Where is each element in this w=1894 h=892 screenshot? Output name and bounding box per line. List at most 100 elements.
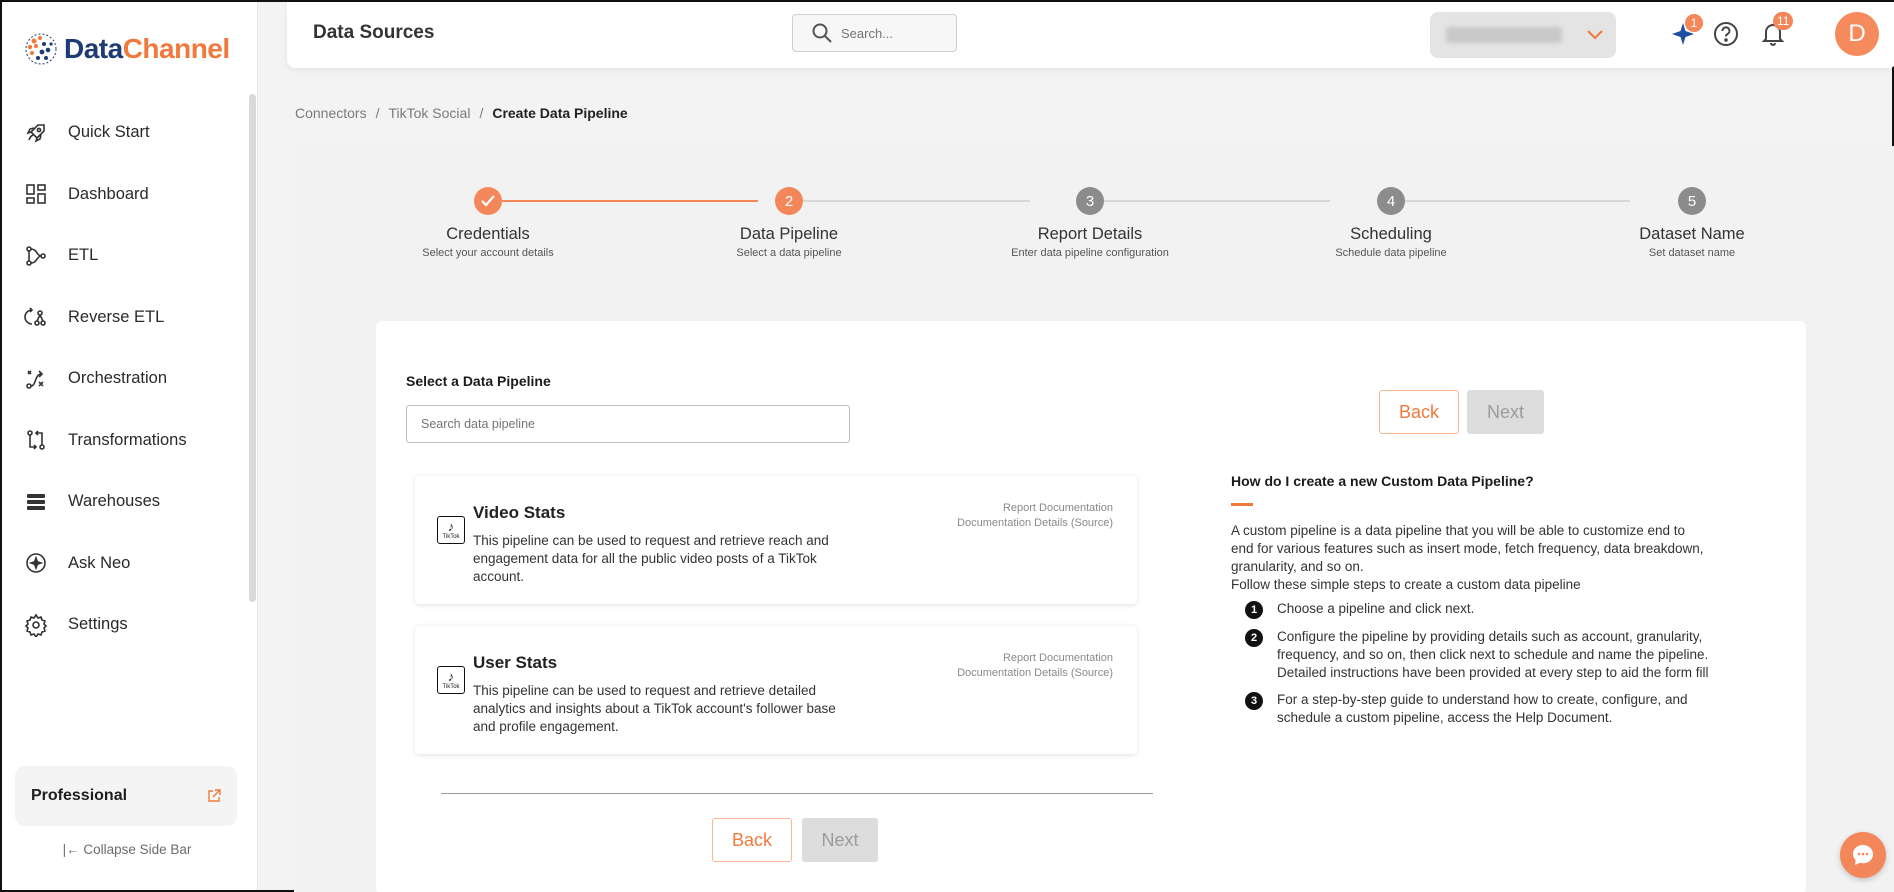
sidebar-item-label: Warehouses <box>68 492 161 511</box>
divider <box>441 793 1153 794</box>
sidebar-scrollbar[interactable] <box>249 94 256 602</box>
step-title: Data Pipeline <box>739 225 839 243</box>
step-number: 3 <box>1076 187 1104 215</box>
avatar[interactable]: D <box>1835 12 1879 56</box>
plan-card[interactable]: Professional <box>15 766 237 826</box>
sidebar-item-dashboard[interactable]: Dashboard <box>2 164 248 226</box>
sidebar-item-warehouses[interactable]: Warehouses <box>2 471 248 533</box>
pipeline-description: This pipeline can be used to request and… <box>473 683 836 734</box>
sidebar-item-etl[interactable]: ETL <box>2 225 248 287</box>
help-step: 3 For a step-by-step guide to understand… <box>1231 691 1711 727</box>
warehouses-icon <box>27 493 45 510</box>
transformations-icon <box>27 430 45 451</box>
sidebar-item-ask-neo[interactable]: Ask Neo <box>2 533 248 595</box>
help-step: 2 Configure the pipeline by providing de… <box>1231 628 1711 682</box>
sidebar-item-transformations[interactable]: Transformations <box>2 410 248 472</box>
check-icon <box>474 187 502 215</box>
step-title: Scheduling <box>1350 225 1432 243</box>
step-credentials[interactable]: Credentials Select your account details <box>378 146 598 259</box>
collapse-sidebar-button[interactable]: |← Collapse Side Bar <box>2 842 252 857</box>
step-number-badge: 1 <box>1245 601 1263 619</box>
back-button-bottom[interactable]: Back <box>712 818 792 862</box>
search-icon <box>812 23 832 43</box>
step-title: Report Details <box>1037 225 1143 243</box>
step-number-badge: 2 <box>1245 629 1263 647</box>
global-search[interactable] <box>792 14 957 52</box>
rocket-icon <box>26 123 45 143</box>
ai-assistant-button[interactable]: 1 <box>1669 14 1703 48</box>
sidebar-nav: Quick Start Dashboard ETL Reverse ETL Or… <box>2 102 248 656</box>
datachannel-logo[interactable]: DataChannel <box>24 32 230 66</box>
help-button[interactable] <box>1712 20 1740 48</box>
sidebar-item-label: Transformations <box>68 430 187 449</box>
report-documentation-link[interactable]: Report Documentation <box>957 651 1113 666</box>
sidebar-item-reverse-etl[interactable]: Reverse ETL <box>2 287 248 349</box>
stepper: Credentials Select your account details … <box>294 146 1894 276</box>
question-icon <box>1714 22 1738 46</box>
sidebar-item-label: Reverse ETL <box>68 307 165 326</box>
orchestration-icon <box>26 370 44 389</box>
pipeline-doc-links: Report Documentation Documentation Detai… <box>957 651 1113 681</box>
back-button-top[interactable]: Back <box>1379 390 1459 434</box>
workspace-selector[interactable] <box>1430 12 1616 58</box>
help-title: How do I create a new Custom Data Pipeli… <box>1231 473 1534 489</box>
sidebar-item-label: Settings <box>68 615 128 634</box>
external-link-icon[interactable] <box>207 789 221 803</box>
pipeline-search-input[interactable] <box>406 405 850 443</box>
step-scheduling[interactable]: 4 Scheduling Schedule data pipeline <box>1281 146 1501 259</box>
help-accent-bar <box>1231 503 1253 506</box>
content-panel: Credentials Select your account details … <box>294 146 1894 892</box>
dashboard-icon <box>26 184 46 205</box>
pipeline-card-user-stats[interactable]: ♪ TikTok User Stats This pipeline can be … <box>415 626 1137 754</box>
search-input[interactable] <box>841 25 951 41</box>
documentation-details-link[interactable]: Documentation Details (Source) <box>957 666 1113 681</box>
sidebar: DataChannel Quick Start Dashboard ETL Re… <box>2 2 258 890</box>
help-intro: A custom pipeline is a data pipeline tha… <box>1231 523 1704 592</box>
sidebar-item-quick-start[interactable]: Quick Start <box>2 102 248 164</box>
step-report-details[interactable]: 3 Report Details Enter data pipeline con… <box>980 146 1200 259</box>
documentation-details-link[interactable]: Documentation Details (Source) <box>957 516 1113 531</box>
step-subtitle: Set dataset name <box>1648 247 1736 259</box>
chat-button[interactable] <box>1840 832 1886 878</box>
breadcrumb: Connectors / TikTok Social / Create Data… <box>295 105 628 121</box>
breadcrumb-link-connectors[interactable]: Connectors <box>295 105 367 121</box>
next-button-bottom[interactable]: Next <box>802 818 878 862</box>
sparkle-icon <box>26 553 46 574</box>
chevron-down-icon <box>1587 30 1603 40</box>
sidebar-item-label: Ask Neo <box>68 553 131 572</box>
pipeline-title: User Stats <box>473 653 558 672</box>
logo-text: DataChannel <box>64 33 230 64</box>
help-panel: How do I create a new Custom Data Pipeli… <box>1231 473 1711 736</box>
pipeline-card-video-stats[interactable]: ♪ TikTok Video Stats This pipeline can be… <box>415 476 1137 604</box>
chat-bubble-icon <box>1853 845 1873 865</box>
logo-globe-icon <box>24 32 58 66</box>
sidebar-item-orchestration[interactable]: Orchestration <box>2 348 248 410</box>
sidebar-item-settings[interactable]: Settings <box>2 594 248 656</box>
breadcrumb-separator: / <box>375 105 380 121</box>
tiktok-logo-icon: ♪ TikTok <box>437 666 465 694</box>
pipeline-doc-links: Report Documentation Documentation Detai… <box>957 501 1113 531</box>
breadcrumb-current: Create Data Pipeline <box>492 105 628 121</box>
step-subtitle: Select a data pipeline <box>736 247 842 259</box>
step-title: Dataset Name <box>1639 225 1745 243</box>
notifications-badge: 11 <box>1773 12 1794 30</box>
report-documentation-link[interactable]: Report Documentation <box>957 501 1113 516</box>
plan-label: Professional <box>31 787 128 804</box>
gear-icon <box>24 613 48 637</box>
notifications-button[interactable]: 11 <box>1759 12 1794 48</box>
step-number: 4 <box>1377 187 1405 215</box>
step-title: Credentials <box>446 225 530 243</box>
step-subtitle: Select your account details <box>422 247 554 259</box>
breadcrumb-link-tiktok-social[interactable]: TikTok Social <box>388 105 470 121</box>
step-subtitle: Enter data pipeline configuration <box>1011 247 1169 259</box>
step-data-pipeline[interactable]: 2 Data Pipeline Select a data pipeline <box>679 146 899 259</box>
top-header: Data Sources 1 11 D <box>287 2 1894 68</box>
step-dataset-name[interactable]: 5 Dataset Name Set dataset name <box>1582 146 1802 259</box>
pipeline-title: Video Stats <box>473 503 566 522</box>
next-button-top[interactable]: Next <box>1467 390 1544 434</box>
reverse-etl-icon <box>24 307 46 327</box>
select-pipeline-label: Select a Data Pipeline <box>406 373 551 389</box>
step-number-badge: 3 <box>1245 692 1263 710</box>
pipeline-description: This pipeline can be used to request and… <box>473 533 829 584</box>
collapse-icon: |← <box>62 842 84 857</box>
